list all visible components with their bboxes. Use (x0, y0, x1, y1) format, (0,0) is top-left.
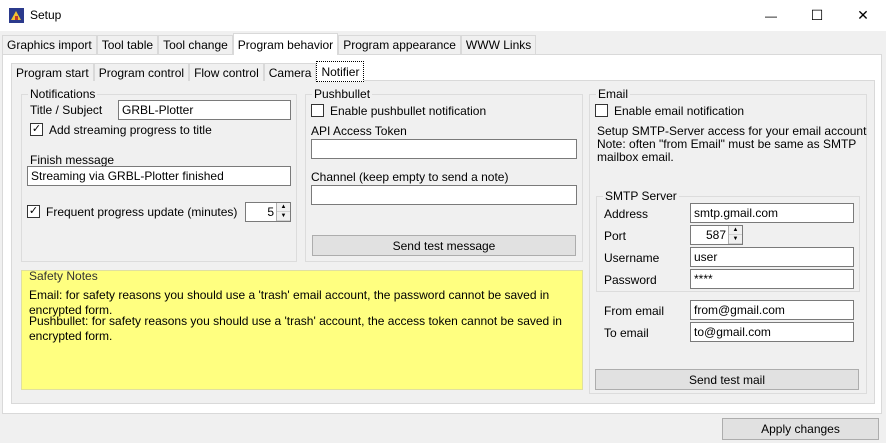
api-token-input[interactable] (311, 139, 577, 159)
frequent-update-checkbox[interactable]: ✓ (27, 205, 40, 218)
from-email-input[interactable]: from@gmail.com (690, 300, 854, 320)
smtp-port-value: 587 (705, 228, 726, 242)
spin-up-icon[interactable]: ▲ (277, 203, 290, 212)
title-subject-input[interactable]: GRBL-Plotter (118, 100, 291, 120)
notifications-legend: Notifications (28, 87, 98, 101)
sub-tab-strip: Program start Program control Flow contr… (11, 61, 365, 82)
tab-program-appearance[interactable]: Program appearance (338, 35, 461, 54)
frequent-update-spinner[interactable]: 5 ▲ ▼ (245, 202, 291, 222)
smtp-password-label: Password (604, 273, 657, 287)
close-button[interactable]: ✕ (840, 0, 886, 31)
smtp-port-spinner[interactable]: 587 ▲ ▼ (690, 225, 743, 245)
channel-input[interactable] (311, 185, 577, 205)
tab-tool-table[interactable]: Tool table (96, 35, 159, 54)
minimize-icon: — (765, 8, 777, 23)
send-test-mail-button[interactable]: Send test mail (595, 369, 859, 390)
spinner-arrows: ▲ ▼ (276, 203, 290, 221)
tab-program-control[interactable]: Program control (93, 63, 190, 81)
spin-down-icon[interactable]: ▼ (729, 235, 742, 244)
tab-www-links[interactable]: WWW Links (460, 35, 537, 54)
maximize-button[interactable]: ☐ (794, 0, 840, 31)
tab-graphics-import[interactable]: Graphics import (2, 35, 97, 54)
window-title: Setup (30, 8, 62, 22)
tab-program-start[interactable]: Program start (11, 63, 94, 81)
tab-tool-change[interactable]: Tool change (158, 35, 233, 54)
enable-pushbullet-checkbox[interactable] (311, 104, 324, 117)
spinner-arrows: ▲ ▼ (728, 226, 742, 244)
send-test-message-button[interactable]: Send test message (312, 235, 576, 256)
apply-changes-button[interactable]: Apply changes (722, 418, 879, 440)
smtp-username-input[interactable]: user (690, 247, 854, 267)
frequent-update-value: 5 (267, 205, 274, 219)
channel-label: Channel (keep empty to send a note) (311, 170, 509, 184)
smtp-username-label: Username (604, 251, 660, 265)
api-token-label: API Access Token (311, 124, 407, 138)
to-email-label: To email (604, 326, 649, 340)
minimize-button[interactable]: — (748, 0, 794, 31)
tab-camera[interactable]: Camera (263, 63, 317, 81)
checkmark-icon: ✓ (28, 205, 39, 217)
pushbullet-legend: Pushbullet (312, 87, 373, 101)
maximize-icon: ☐ (810, 7, 824, 23)
add-progress-label: Add streaming progress to title (49, 123, 212, 137)
email-legend: Email (596, 87, 631, 101)
spin-up-icon[interactable]: ▲ (729, 226, 742, 235)
smtp-port-label: Port (604, 229, 627, 243)
enable-pushbullet-label: Enable pushbullet notification (330, 104, 487, 118)
checkmark-icon: ✓ (31, 123, 42, 135)
spin-down-icon[interactable]: ▼ (277, 212, 290, 221)
enable-email-label: Enable email notification (614, 104, 745, 118)
safety-notes-legend: Safety Notes (29, 269, 98, 283)
add-progress-checkbox[interactable]: ✓ (30, 123, 43, 136)
main-tab-strip: Graphics import Tool table Tool change P… (2, 33, 537, 55)
smtp-server-legend: SMTP Server (603, 189, 679, 203)
from-email-label: From email (604, 304, 665, 318)
finish-message-input[interactable]: Streaming via GRBL-Plotter finished (27, 166, 291, 186)
tab-program-behavior[interactable]: Program behavior (232, 33, 339, 55)
frequent-update-label: Frequent progress update (minutes) (46, 205, 238, 219)
smtp-address-label: Address (604, 207, 649, 221)
tab-flow-control[interactable]: Flow control (189, 63, 264, 81)
email-info-line-3: mailbox email. (597, 150, 674, 164)
finish-message-label: Finish message (30, 153, 115, 167)
app-icon (9, 8, 24, 23)
safety-pushbullet-note: Pushbullet: for safety reasons you shoul… (29, 314, 562, 343)
enable-email-checkbox[interactable] (595, 104, 608, 117)
email-info-line-2: Note: often "from Email" must be same as… (597, 137, 857, 151)
to-email-input[interactable]: to@gmail.com (690, 322, 854, 342)
title-subject-label: Title / Subject (30, 103, 103, 117)
close-icon: ✕ (857, 7, 869, 23)
smtp-password-input[interactable]: **** (690, 269, 854, 289)
email-info-line-1: Setup SMTP-Server access for your email … (597, 124, 867, 138)
tab-notifier[interactable]: Notifier (316, 61, 365, 82)
smtp-address-input[interactable]: smtp.gmail.com (690, 203, 854, 223)
